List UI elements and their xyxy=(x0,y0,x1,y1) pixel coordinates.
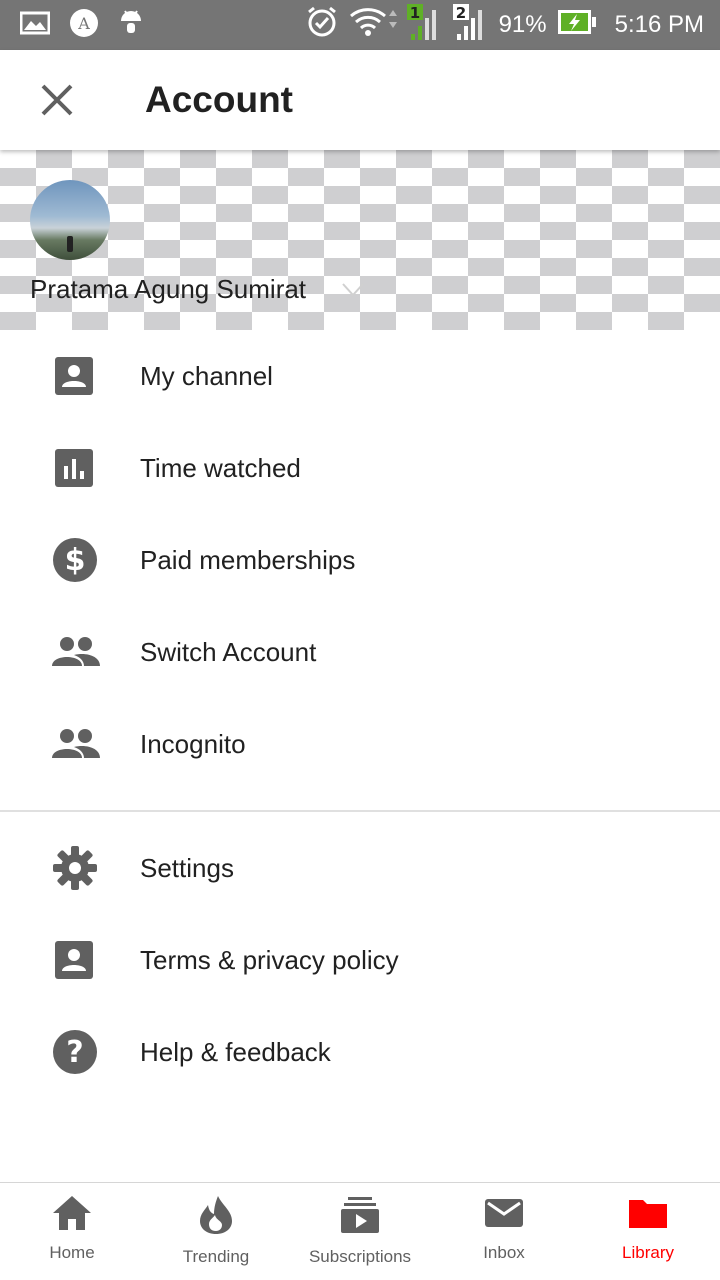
sim2-label: 2 xyxy=(455,4,465,22)
divider xyxy=(0,810,720,812)
nav-inbox[interactable]: Inbox xyxy=(432,1183,576,1280)
menu-item-my-channel[interactable]: My channel xyxy=(0,330,720,422)
app-bar: Account xyxy=(0,50,720,150)
nav-label: Subscriptions xyxy=(308,1247,412,1266)
avatar[interactable] xyxy=(30,180,110,260)
svg-text:$: $ xyxy=(65,543,86,578)
folder-icon xyxy=(629,1200,667,1228)
bar-chart-icon xyxy=(55,449,93,487)
account-menu: My channel Time watched $ Paid membershi… xyxy=(0,330,720,1098)
battery-charging-icon xyxy=(557,8,597,43)
account-box-icon xyxy=(55,357,93,395)
mail-icon xyxy=(485,1199,523,1227)
sim1-label: 1 xyxy=(409,4,419,22)
close-button[interactable] xyxy=(0,50,114,150)
chevron-down-icon xyxy=(342,283,364,302)
signal-icon: 1 xyxy=(406,3,443,47)
menu-item-switch-account[interactable]: Switch Account xyxy=(0,606,720,698)
menu-item-time-watched[interactable]: Time watched xyxy=(0,422,720,514)
clock: 5:16 PM xyxy=(614,11,704,38)
close-icon xyxy=(41,84,73,116)
nav-trending[interactable]: Trending xyxy=(144,1183,288,1280)
svg-text:?: ? xyxy=(66,1035,83,1070)
image-icon xyxy=(19,11,51,40)
gear-icon xyxy=(53,846,97,890)
profile-header: Pratama Agung Sumirat xyxy=(0,150,720,330)
user-name: Pratama Agung Sumirat xyxy=(30,274,307,304)
account-switcher[interactable]: Pratama Agung Sumirat xyxy=(30,274,364,305)
nav-home[interactable]: Home xyxy=(0,1183,144,1280)
status-bar: A 1 2 91% 5:16 PM xyxy=(0,0,720,50)
nav-label: Inbox xyxy=(483,1243,525,1262)
nav-label: Home xyxy=(49,1243,95,1262)
people-icon xyxy=(52,729,100,758)
nav-subscriptions[interactable]: Subscriptions xyxy=(288,1183,432,1280)
page-title: Account xyxy=(145,79,293,120)
home-icon xyxy=(53,1196,91,1230)
menu-item-label: My channel xyxy=(140,360,273,391)
menu-item-incognito[interactable]: Incognito xyxy=(0,698,720,790)
svg-text:A: A xyxy=(77,14,90,33)
subscriptions-icon xyxy=(341,1197,379,1233)
menu-item-label: Help & feedback xyxy=(140,1036,331,1067)
flame-icon xyxy=(200,1196,232,1234)
menu-item-label: Settings xyxy=(140,852,234,883)
menu-item-terms-privacy[interactable]: Terms & privacy policy xyxy=(0,914,720,1006)
wifi-icon xyxy=(349,6,397,45)
account-box-icon xyxy=(55,941,93,979)
menu-item-help-feedback[interactable]: ? Help & feedback xyxy=(0,1006,720,1098)
menu-item-label: Terms & privacy policy xyxy=(140,944,399,975)
battery-percent: 91% xyxy=(498,11,547,38)
menu-item-paid-memberships[interactable]: $ Paid memberships xyxy=(0,514,720,606)
menu-item-label: Switch Account xyxy=(140,636,317,667)
help-circle-icon: ? xyxy=(53,1030,97,1074)
dollar-circle-icon: $ xyxy=(53,538,97,582)
menu-item-label: Time watched xyxy=(140,452,301,483)
people-icon xyxy=(52,637,100,666)
a-circle-icon: A xyxy=(68,7,100,44)
alarm-icon xyxy=(305,5,339,46)
nav-library[interactable]: Library xyxy=(576,1183,720,1280)
android-icon xyxy=(118,7,144,44)
menu-item-settings[interactable]: Settings xyxy=(0,822,720,914)
menu-item-label: Paid memberships xyxy=(140,544,356,575)
nav-label: Library xyxy=(622,1243,674,1262)
nav-label: Trending xyxy=(182,1247,250,1266)
bottom-navigation: Home Trending Subscriptions Inbox Librar… xyxy=(0,1182,720,1280)
signal-icon: 2 xyxy=(452,3,489,47)
menu-item-label: Incognito xyxy=(140,728,246,759)
